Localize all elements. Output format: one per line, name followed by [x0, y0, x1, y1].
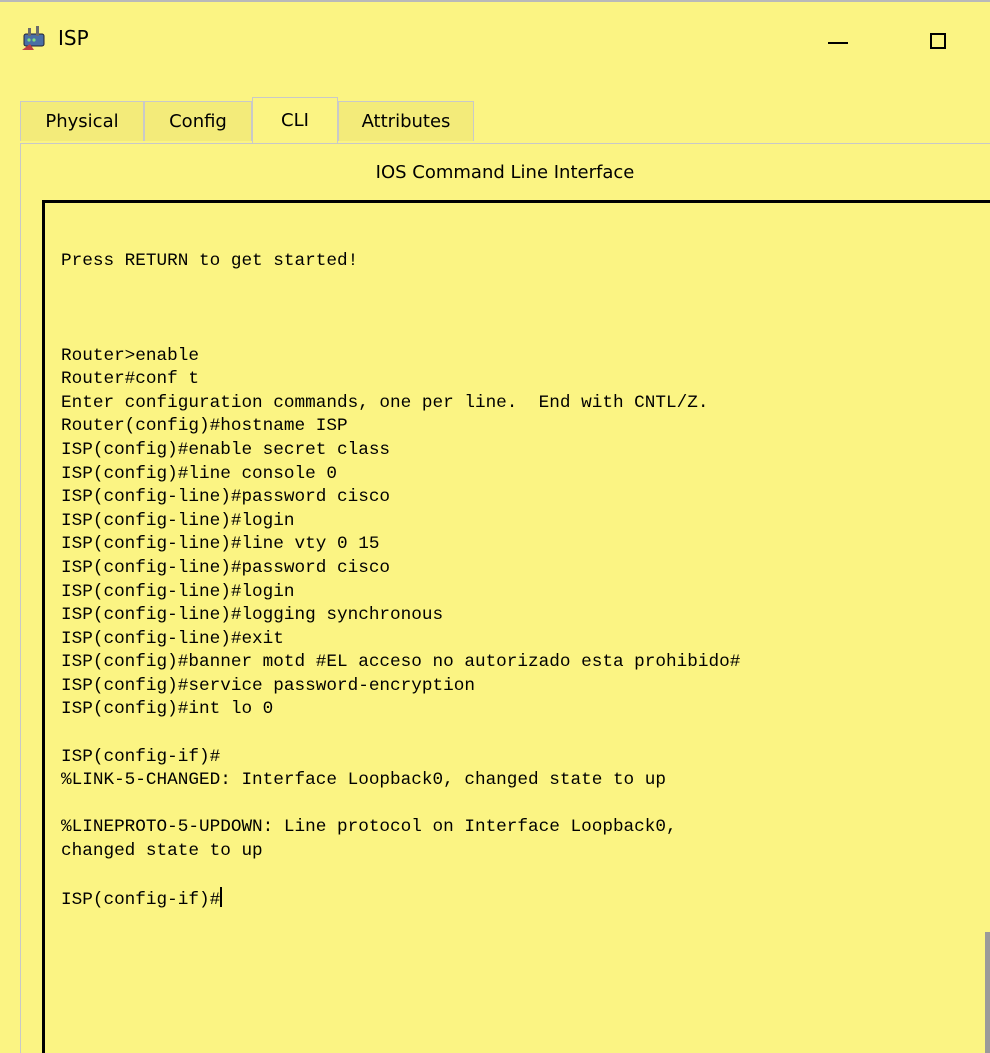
- tab-physical[interactable]: Physical: [20, 101, 144, 141]
- maximize-button[interactable]: [920, 18, 976, 64]
- cli-terminal[interactable]: Press RETURN to get started! Router>enab…: [42, 200, 990, 1053]
- terminal-output: Press RETURN to get started! Router>enab…: [61, 203, 740, 913]
- maximize-icon: [930, 33, 946, 49]
- panel-border: [20, 143, 21, 1053]
- minimize-button[interactable]: [810, 18, 866, 64]
- tab-config[interactable]: Config: [144, 101, 252, 141]
- cli-heading: IOS Command Line Interface: [375, 162, 635, 183]
- minimize-icon: [828, 42, 848, 44]
- terminal-lines: Press RETURN to get started! Router>enab…: [61, 251, 741, 862]
- tab-attributes[interactable]: Attributes: [338, 101, 474, 141]
- isp-device-window: ISP Physical Config CLI Attributes IOS C…: [0, 0, 990, 1053]
- tab-cli[interactable]: CLI: [252, 97, 338, 143]
- terminal-prompt: ISP(config-if)#: [61, 890, 221, 911]
- text-cursor: [220, 887, 223, 908]
- router-device-icon: [20, 24, 50, 54]
- tab-bar: Physical Config CLI Attributes: [20, 97, 990, 144]
- scrollbar-thumb[interactable]: [985, 932, 990, 1053]
- window-title: ISP: [58, 26, 89, 50]
- title-bar[interactable]: ISP: [0, 2, 990, 88]
